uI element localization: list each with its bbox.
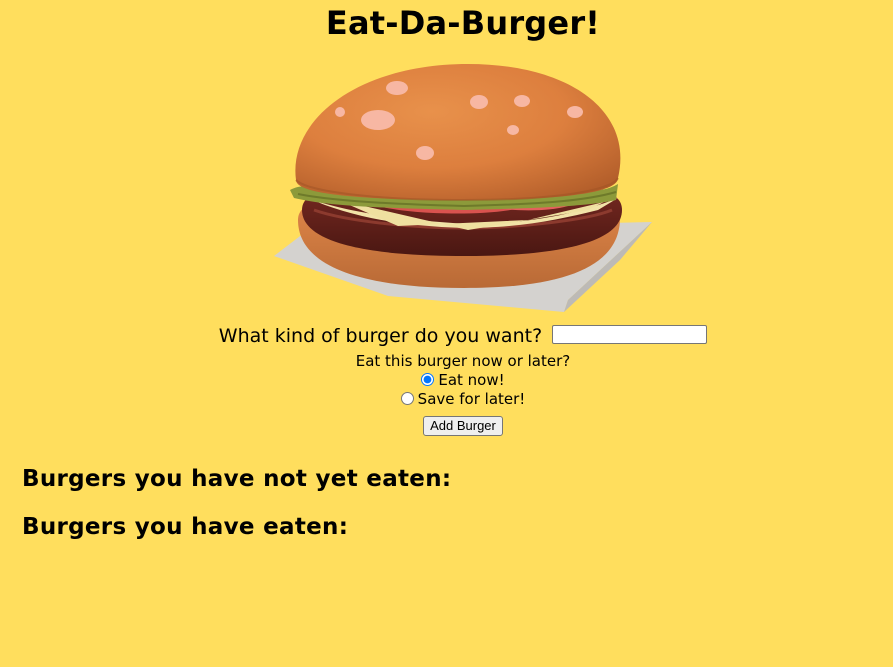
- not-eaten-heading: Burgers you have not yet eaten:: [22, 466, 452, 492]
- page-title: Eat-Da-Burger!: [325, 4, 601, 42]
- burger-image: [268, 60, 660, 318]
- burger-name-input[interactable]: [552, 325, 708, 344]
- burger-name-label: What kind of burger do you want?: [218, 325, 543, 347]
- save-later-label: Save for later!: [417, 390, 526, 408]
- eat-now-radio[interactable]: [421, 373, 435, 386]
- burger-illustration-icon: [274, 64, 652, 312]
- burger-form: What kind of burger do you want? Eat thi…: [0, 320, 893, 436]
- eat-now-label: Eat now!: [438, 371, 505, 389]
- save-later-radio[interactable]: [400, 392, 414, 405]
- eat-now-option[interactable]: Eat now!: [0, 371, 893, 390]
- eaten-heading: Burgers you have eaten:: [22, 514, 349, 540]
- eat-timing-label: Eat this burger now or later?: [355, 352, 571, 370]
- save-later-option[interactable]: Save for later!: [0, 390, 893, 409]
- add-burger-button[interactable]: Add Burger: [423, 415, 503, 436]
- burger-name-row: What kind of burger do you want?: [0, 320, 893, 352]
